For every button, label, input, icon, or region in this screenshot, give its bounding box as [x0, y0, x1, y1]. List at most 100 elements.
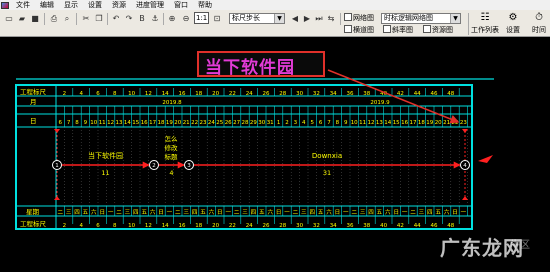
ruler-tick-label: 2: [63, 91, 67, 97]
ruler-tick-label: 42: [397, 91, 404, 97]
day-label: 20: [174, 120, 181, 126]
week-label: 一: [461, 210, 467, 216]
ruler-tick-label: 20: [212, 91, 219, 97]
day-label: 18: [158, 120, 165, 126]
week-label: 四: [427, 209, 433, 216]
ruler-tick-label: 8: [113, 223, 117, 229]
day-label: 18: [418, 120, 425, 126]
ruler-tick-label: 34: [330, 223, 337, 229]
week-label: 六: [150, 208, 156, 216]
week-label: 三: [183, 209, 189, 216]
ruler-tick-label: 38: [363, 223, 370, 229]
week-label: 二: [175, 210, 181, 216]
ruler-row-label: 工程标尺: [20, 87, 47, 96]
day-label: 9: [84, 120, 88, 126]
task-duration: 11: [101, 169, 109, 177]
ruler-tick-label: 32: [313, 223, 320, 229]
watermark-small: 牛区: [510, 240, 530, 251]
node-number: 1: [55, 163, 59, 169]
day-label: 29: [250, 120, 257, 126]
ruler-tick-label: 6: [96, 223, 100, 229]
day-label: 21: [183, 120, 190, 126]
week-label: 三: [242, 209, 248, 216]
day-label: 24: [208, 120, 215, 126]
week-label: 日: [452, 209, 458, 216]
day-label: 10: [90, 120, 97, 126]
day-label: 27: [233, 120, 240, 126]
week-label: 六: [209, 208, 215, 216]
day-label: 8: [336, 120, 340, 126]
week-label: 三: [125, 209, 131, 216]
week-label: 五: [200, 209, 206, 216]
node-number: 4: [463, 163, 467, 169]
week-row-label: 星期: [26, 208, 40, 216]
day-label: 9: [344, 120, 348, 126]
day-label: 13: [116, 120, 123, 126]
week-label: 日: [217, 209, 223, 216]
ruler-tick-label: 30: [296, 223, 303, 229]
ruler-tick-label: 10: [128, 91, 135, 97]
day-label: 12: [107, 120, 114, 126]
day-label: 23: [200, 120, 207, 126]
day-label: 6: [319, 120, 323, 126]
ruler-tick-label: 38: [363, 91, 370, 97]
week-label: 二: [116, 210, 122, 216]
timeline-frame: [15, 84, 473, 230]
annotation-title: 当下软件园: [205, 58, 295, 78]
ruler-row-label-bottom: 工程标尺: [20, 219, 47, 228]
ruler-tick-label: 20: [212, 223, 219, 229]
day-label: 13: [376, 120, 383, 126]
day-label: 15: [393, 120, 400, 126]
day-label: 17: [149, 120, 156, 126]
week-label: 三: [419, 209, 425, 216]
week-label: 六: [385, 208, 391, 216]
ruler-tick-label: 16: [179, 223, 186, 229]
ruler-tick-label: 4: [79, 91, 83, 97]
node-number: 3: [187, 163, 191, 169]
week-label: 一: [343, 210, 349, 216]
task-name: 当下软件园: [88, 151, 123, 160]
ruler-tick-label: 34: [330, 91, 337, 97]
ruler-tick-label: 10: [128, 223, 135, 229]
week-label: 六: [267, 208, 273, 216]
day-label: 21: [443, 120, 450, 126]
edge-marker-bottom: [54, 196, 60, 200]
week-label: 一: [225, 210, 231, 216]
ruler-tick-label: 40: [380, 223, 387, 229]
ruler-tick-label: 36: [347, 91, 354, 97]
day-label: 28: [242, 120, 249, 126]
week-label: 一: [167, 210, 173, 216]
day-label: 4: [302, 120, 306, 126]
ruler-tick-label: 2: [63, 223, 67, 229]
day-label: 14: [124, 120, 131, 126]
day-label: 8: [75, 120, 79, 126]
day-label: 12: [368, 120, 375, 126]
task-name: Downxia: [312, 152, 342, 160]
day-label: 1: [277, 120, 281, 126]
day-label: 20: [435, 120, 442, 126]
ruler-tick-label: 16: [179, 91, 186, 97]
edge-marker-top: [462, 129, 468, 133]
week-label: 四: [133, 209, 139, 216]
month-label: 2019.9: [370, 100, 390, 106]
week-label: 五: [435, 209, 441, 216]
ruler-tick-label: 8: [113, 91, 117, 97]
ruler-tick-label: 18: [195, 91, 202, 97]
ruler-tick-label: 22: [229, 223, 236, 229]
ruler-tick-label: 46: [431, 223, 438, 229]
day-label: 7: [327, 120, 331, 126]
ruler-tick-label: 28: [279, 223, 286, 229]
week-label: 一: [402, 210, 408, 216]
day-label: 14: [384, 120, 391, 126]
ruler-tick-label: 26: [263, 223, 270, 229]
week-label: 一: [284, 210, 290, 216]
week-label: 一: [108, 210, 114, 216]
ruler-tick-label: 24: [246, 91, 253, 97]
ruler-tick-label: 12: [145, 91, 152, 97]
week-label: 日: [335, 209, 341, 216]
week-label: 五: [318, 209, 324, 216]
ruler-tick-label: 46: [431, 91, 438, 97]
task-name-line: 怎么: [165, 134, 179, 143]
node-number: 2: [152, 163, 156, 169]
ruler-tick-label: 48: [447, 91, 454, 97]
